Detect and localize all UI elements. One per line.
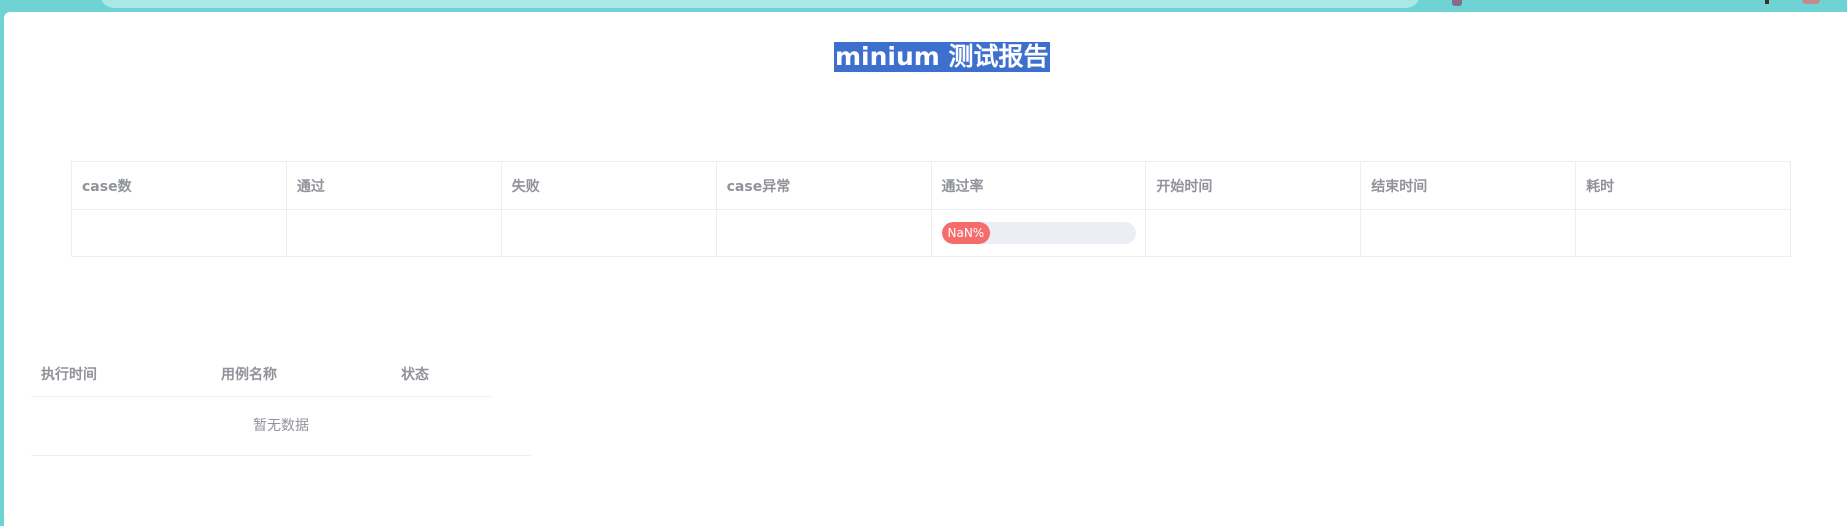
toolbar-icon[interactable] (1765, 0, 1769, 4)
header-duration: 耗时 (1575, 161, 1791, 210)
case-detail-table: 执行时间 用例名称 状态 暂无数据 (31, 354, 531, 456)
pass-rate-progress-text: NaN% (947, 226, 985, 240)
cell-pass-rate: NaN% (930, 209, 1147, 257)
header-start-time: 开始时间 (1145, 161, 1362, 210)
pass-rate-progress-bar: NaN% (941, 222, 1136, 244)
report-title: minium 测试报告 (834, 42, 1050, 72)
summary-header-row: case数 通过 失败 case异常 通过率 开始时间 结束时间 耗时 (71, 161, 1791, 210)
header-status: 状态 (401, 367, 429, 383)
header-case-error: case异常 (715, 161, 932, 210)
header-end-time: 结束时间 (1360, 161, 1577, 210)
cell-case-count (71, 209, 287, 257)
header-passed: 通过 (285, 161, 502, 210)
header-failed: 失败 (500, 161, 717, 210)
cell-start-time (1145, 209, 1362, 257)
cell-duration (1575, 209, 1791, 257)
header-pass-rate: 通过率 (930, 161, 1147, 210)
profile-avatar-icon[interactable] (1802, 0, 1820, 4)
header-case-name: 用例名称 (221, 367, 277, 383)
cell-case-error (715, 209, 932, 257)
cell-passed (285, 209, 502, 257)
header-case-count: case数 (71, 161, 287, 210)
address-bar[interactable] (100, 0, 1420, 8)
summary-table: case数 通过 失败 case异常 通过率 开始时间 结束时间 耗时 NaN% (71, 161, 1791, 257)
summary-data-row: NaN% (71, 209, 1791, 257)
case-detail-header-row: 执行时间 用例名称 状态 (31, 354, 491, 397)
cell-failed (500, 209, 717, 257)
header-exec-time: 执行时间 (41, 367, 97, 383)
cell-end-time (1360, 209, 1577, 257)
extension-icon[interactable] (1452, 0, 1462, 6)
empty-data-text: 暂无数据 (31, 397, 531, 456)
